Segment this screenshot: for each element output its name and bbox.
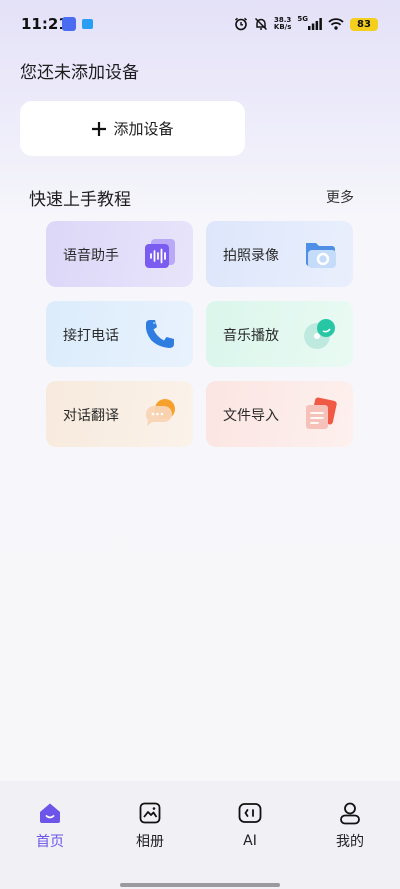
camera-folder-icon xyxy=(306,243,336,268)
alarm-icon xyxy=(234,17,247,31)
tutorial-label: 音乐播放 xyxy=(223,328,279,344)
phone-icon xyxy=(145,320,174,348)
tutorial-label: 拍照录像 xyxy=(223,248,279,264)
chat-translate-icon xyxy=(145,399,175,426)
tutorial-phone-call[interactable]: 接打电话 xyxy=(46,301,193,367)
tutorial-photo-video[interactable]: 拍照录像 xyxy=(206,221,353,287)
ai-face-icon xyxy=(238,803,262,823)
network-speed: 38.3 KB/s xyxy=(274,17,291,31)
tutorial-dialogue-translate[interactable]: 对话翻译 xyxy=(46,381,193,447)
tab-label: AI xyxy=(243,833,257,849)
tutorial-label: 文件导入 xyxy=(223,408,279,424)
signal-icon xyxy=(308,18,322,30)
music-disc-icon xyxy=(304,319,335,349)
file-import-icon xyxy=(306,397,337,429)
tab-album[interactable]: 相册 xyxy=(100,781,200,861)
tutorial-label: 接打电话 xyxy=(63,328,119,344)
album-icon xyxy=(139,802,161,824)
wifi-icon xyxy=(328,18,344,30)
add-device-button[interactable]: 添加设备 xyxy=(20,101,245,156)
tab-profile[interactable]: 我的 xyxy=(300,781,400,861)
tab-label: 我的 xyxy=(336,834,364,850)
mute-bell-icon xyxy=(254,17,267,31)
tab-label: 首页 xyxy=(36,834,64,850)
home-icon xyxy=(40,803,60,823)
tab-label: 相册 xyxy=(136,834,164,850)
add-device-label: 添加设备 xyxy=(113,120,174,138)
network-speed-unit: KB/s xyxy=(273,23,292,31)
plus-icon xyxy=(92,121,107,136)
profile-icon xyxy=(340,802,360,825)
tutorials-title: 快速上手教程 xyxy=(29,190,131,210)
network-type: 5G xyxy=(297,15,308,23)
notification-app-icon xyxy=(62,17,76,31)
tutorial-file-import[interactable]: 文件导入 xyxy=(206,381,353,447)
tutorials-header: 快速上手教程 更多 xyxy=(29,185,354,210)
tutorial-label: 语音助手 xyxy=(63,248,119,264)
voice-assistant-icon xyxy=(145,239,175,268)
bottom-tab-bar: 首页 相册 AI 我的 xyxy=(0,781,400,889)
tab-ai[interactable]: AI xyxy=(200,781,300,861)
tutorial-voice-assistant[interactable]: 语音助手 xyxy=(46,221,193,287)
page-title: 您还未添加设备 xyxy=(20,63,139,83)
tutorial-label: 对话翻译 xyxy=(63,408,119,424)
more-link[interactable]: 更多 xyxy=(326,187,354,207)
tab-home[interactable]: 首页 xyxy=(0,781,100,861)
home-indicator[interactable] xyxy=(120,883,280,887)
notification-cloud-icon xyxy=(82,19,93,29)
status-bar: 11:21 38.3 KB/s 5G 83 xyxy=(0,0,400,48)
tutorial-music-play[interactable]: 音乐播放 xyxy=(206,301,353,367)
battery-level: 83 xyxy=(350,17,378,31)
